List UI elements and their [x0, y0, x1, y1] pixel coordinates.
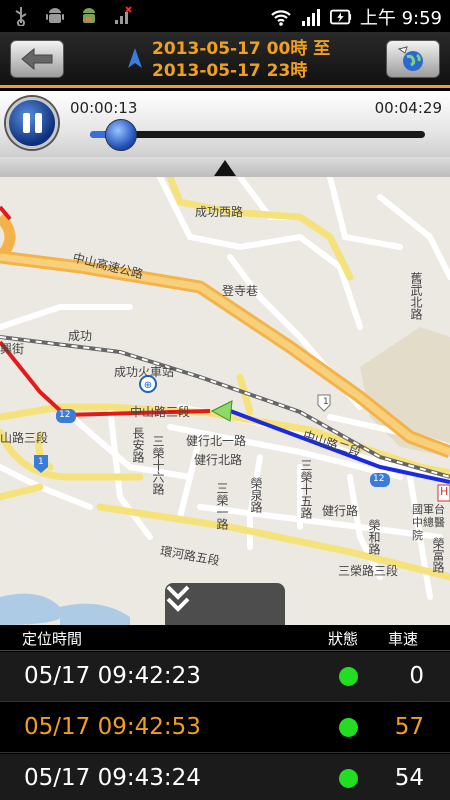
- map-label-station: 成功火車站: [114, 365, 175, 379]
- map-label-road: 健行路: [322, 504, 359, 518]
- navigation-arrow-icon: [128, 48, 142, 72]
- map-label-road: 中山路三段: [130, 405, 191, 419]
- map-label-alley: 登寺巷: [222, 284, 259, 298]
- status-dot-icon: [339, 667, 358, 686]
- current-time: 00:00:13: [70, 99, 138, 117]
- table-row[interactable]: 05/17 09:43:24 54: [0, 754, 450, 800]
- map-label-road: 榮和路: [367, 519, 381, 555]
- svg-text:⊕: ⊕: [144, 380, 152, 391]
- map-label-area: 成功: [68, 329, 93, 343]
- app-header: 2013-05-17 00時 至 2013-05-17 23時: [0, 32, 450, 88]
- map-label-road: 三榮路三段: [338, 564, 399, 578]
- map-label-road: 健行北路: [194, 453, 243, 467]
- double-chevron-down-icon: [166, 585, 190, 612]
- map-label-road: 成功西路: [195, 205, 244, 219]
- map-label-road: 三榮一路: [215, 482, 229, 530]
- expand-list-button[interactable]: [165, 583, 285, 625]
- android-icon: [44, 5, 66, 27]
- row-speed: 54: [394, 765, 424, 791]
- map-label-road: 三榮十六路: [151, 435, 165, 495]
- table-header: 定位時間 狀態 車速: [0, 625, 450, 651]
- map-canvas: ⊕: [0, 177, 450, 625]
- playback-bar: 00:00:13 00:04:29: [0, 91, 450, 157]
- usb-icon: [10, 5, 32, 27]
- map-label-road: 健行北一路: [186, 434, 247, 448]
- triangle-up-icon: [214, 160, 236, 176]
- map-view[interactable]: ⊕ 成功西路 中山高速公路 登寺巷 成功 成功火車站 興街 中山路三段 山路三段…: [0, 177, 450, 625]
- clock: 上午 9:59: [359, 8, 442, 29]
- globe-button[interactable]: [386, 40, 440, 78]
- title-start: 2013-05-17 00時 至: [152, 39, 331, 59]
- status-dot-icon: [339, 769, 358, 788]
- map-label-road: 舊武北路: [409, 272, 423, 320]
- total-time: 00:04:29: [374, 99, 442, 117]
- date-range-title: 2013-05-17 00時 至 2013-05-17 23時: [152, 38, 330, 82]
- map-label-road: 長安路: [131, 427, 145, 463]
- arrow-left-icon: [21, 47, 53, 71]
- row-time: 05/17 09:42:23: [24, 663, 201, 689]
- map-label-route-number: 1: [38, 457, 44, 467]
- pause-button[interactable]: [6, 97, 58, 149]
- map-label-street: 興街: [0, 342, 25, 356]
- map-label-route-number: 12: [373, 474, 385, 484]
- map-label-road: 榮富路: [431, 537, 445, 573]
- header-speed: 車速: [388, 630, 419, 648]
- pause-icon: [22, 113, 42, 133]
- map-label-road: 三榮十五路: [299, 459, 313, 519]
- row-speed: 0: [409, 663, 424, 689]
- map-label-road: 榮泉路: [249, 477, 263, 513]
- cell-signal-icon: [300, 6, 322, 28]
- hospital-icon: H: [440, 485, 449, 498]
- title-end: 2013-05-17 23時: [152, 61, 308, 81]
- table-row[interactable]: 05/17 09:42:23 0: [0, 652, 450, 702]
- header-time: 定位時間: [22, 630, 83, 648]
- row-time: 05/17 09:42:53: [24, 714, 201, 740]
- row-time: 05/17 09:43:24: [24, 765, 201, 791]
- map-label-route-number: 12: [59, 410, 71, 420]
- battery-icon: [329, 6, 352, 28]
- globe-icon: [397, 46, 423, 71]
- android-debug-icon: [78, 5, 100, 27]
- table-row[interactable]: 05/17 09:42:53 57: [0, 703, 450, 753]
- map-label-hospital: 國軍台中總醫院: [412, 503, 445, 542]
- map-label-road: 山路三段: [0, 431, 49, 445]
- panel-toggle-strip[interactable]: [0, 157, 450, 177]
- position-table: 定位時間 狀態 車速 05/17 09:42:23 0 05/17 09:42:…: [0, 625, 450, 800]
- row-speed: 57: [394, 714, 424, 740]
- back-button[interactable]: [10, 40, 64, 78]
- signal-x-icon: [112, 5, 134, 27]
- progress-track[interactable]: [90, 131, 425, 138]
- status-dot-icon: [339, 718, 358, 737]
- wifi-icon: [270, 6, 292, 28]
- progress-slider-knob[interactable]: [104, 119, 137, 151]
- header-status: 狀態: [328, 630, 359, 648]
- map-label-route-number: 1: [323, 397, 329, 407]
- status-bar: 上午 9:59: [0, 0, 450, 32]
